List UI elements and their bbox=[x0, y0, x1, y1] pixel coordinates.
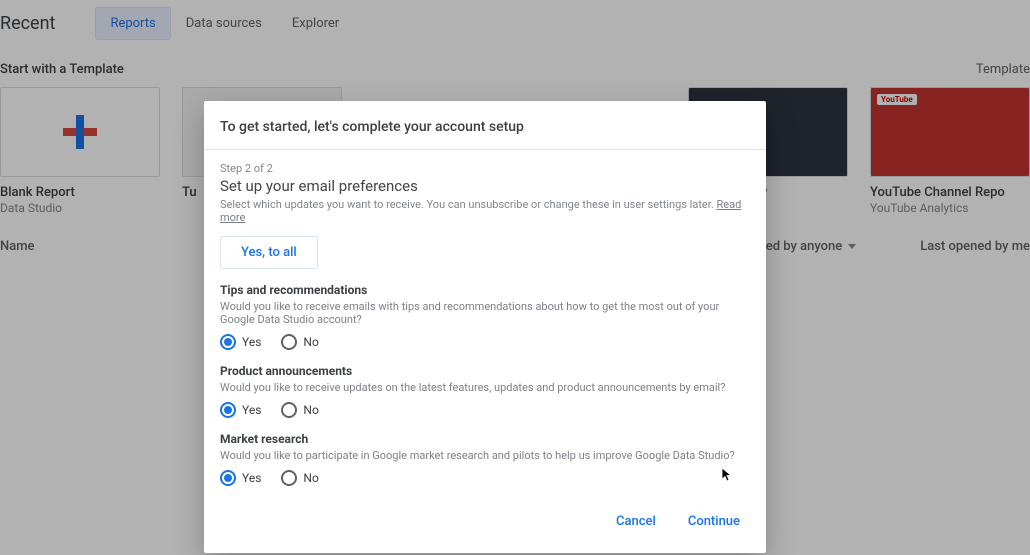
group-desc: Would you like to receive emails with ti… bbox=[220, 300, 750, 326]
group-product: Product announcements Would you like to … bbox=[220, 364, 750, 418]
group-market: Market research Would you like to partic… bbox=[220, 432, 750, 486]
cancel-button[interactable]: Cancel bbox=[608, 508, 664, 535]
group-title: Product announcements bbox=[220, 364, 750, 378]
step-indicator: Step 2 of 2 bbox=[220, 162, 750, 175]
preferences-heading: Set up your email preferences bbox=[220, 177, 750, 195]
product-yes-radio[interactable]: Yes bbox=[220, 402, 261, 418]
group-title: Tips and recommendations bbox=[220, 283, 750, 297]
market-yes-radio[interactable]: Yes bbox=[220, 470, 261, 486]
group-tips: Tips and recommendations Would you like … bbox=[220, 283, 750, 350]
preferences-subtext: Select which updates you want to receive… bbox=[220, 198, 750, 224]
group-desc: Would you like to participate in Google … bbox=[220, 449, 750, 462]
tips-yes-radio[interactable]: Yes bbox=[220, 334, 261, 350]
account-setup-modal: To get started, let's complete your acco… bbox=[204, 101, 766, 553]
modal-title: To get started, let's complete your acco… bbox=[220, 119, 746, 135]
group-title: Market research bbox=[220, 432, 750, 446]
market-no-radio[interactable]: No bbox=[281, 470, 318, 486]
product-no-radio[interactable]: No bbox=[281, 402, 318, 418]
yes-to-all-button[interactable]: Yes, to all bbox=[220, 236, 318, 269]
tips-no-radio[interactable]: No bbox=[281, 334, 318, 350]
group-desc: Would you like to receive updates on the… bbox=[220, 381, 750, 394]
continue-button[interactable]: Continue bbox=[680, 508, 748, 535]
